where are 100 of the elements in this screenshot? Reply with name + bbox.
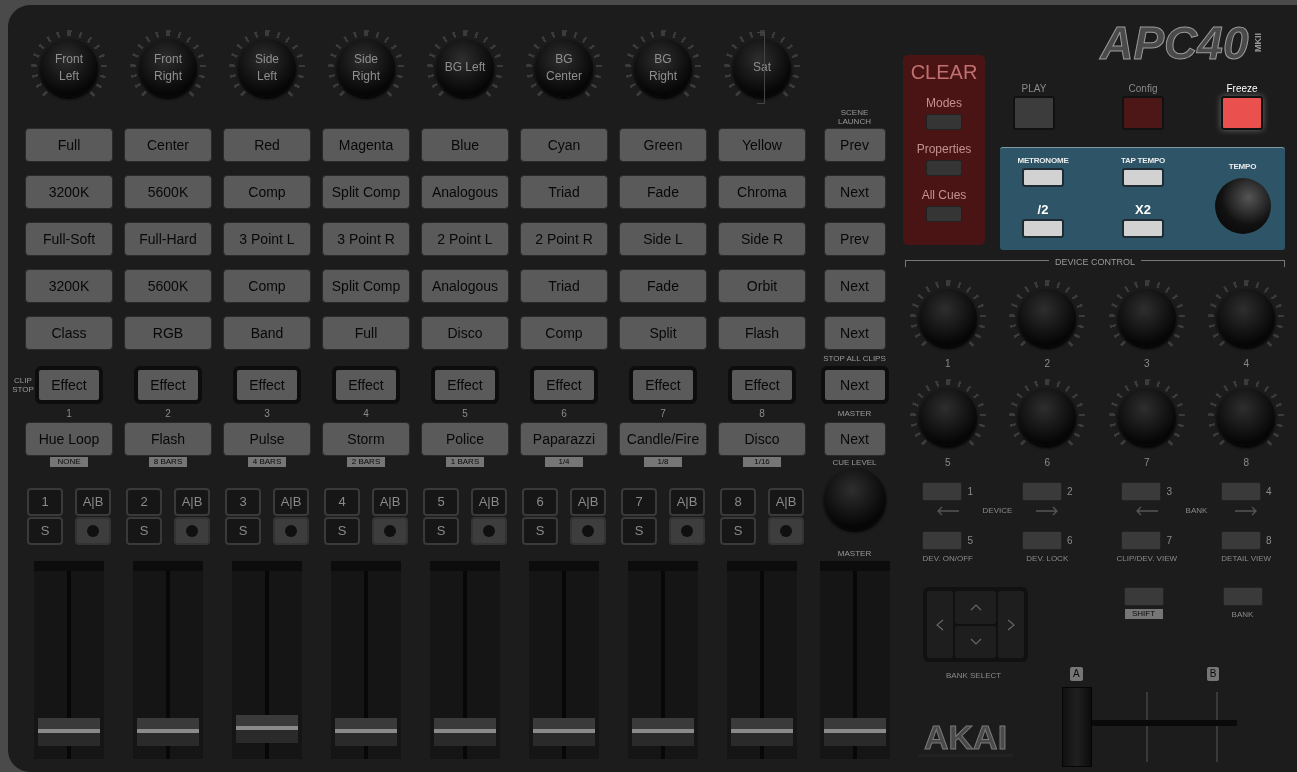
right-button[interactable] bbox=[998, 591, 1024, 658]
knob[interactable]: BG Right bbox=[634, 39, 692, 97]
device-button[interactable] bbox=[922, 482, 963, 501]
scene-launch-button[interactable]: Prev bbox=[823, 128, 886, 162]
knob[interactable]: Front Right bbox=[139, 39, 197, 97]
knob[interactable]: BG Left bbox=[436, 39, 494, 97]
clip-button[interactable]: Fade bbox=[619, 269, 707, 303]
device-button[interactable] bbox=[1021, 531, 1062, 550]
clip-stop-button[interactable]: Effect bbox=[431, 366, 499, 404]
solo-button[interactable]: S bbox=[27, 517, 63, 545]
knob[interactable]: Front Left bbox=[40, 39, 98, 97]
clip-stop-button[interactable]: Effect bbox=[35, 366, 103, 404]
track-select-button[interactable]: 5 bbox=[423, 488, 459, 516]
record-button[interactable] bbox=[273, 517, 309, 545]
fader-handle[interactable] bbox=[823, 718, 886, 747]
clip-button[interactable]: Split Comp bbox=[322, 269, 410, 303]
fader-handle[interactable] bbox=[236, 715, 298, 743]
crossfader-handle[interactable] bbox=[1062, 687, 1092, 767]
clip-button[interactable]: Side L bbox=[619, 222, 707, 256]
transport-button[interactable] bbox=[1221, 96, 1263, 130]
device-button[interactable] bbox=[1121, 531, 1162, 550]
tempo-button[interactable] bbox=[1122, 219, 1164, 238]
clip-stop-button[interactable]: Effect bbox=[134, 366, 202, 404]
clip-button[interactable]: Comp bbox=[223, 175, 311, 209]
device-button[interactable] bbox=[1021, 482, 1062, 501]
clip-button[interactable]: Full bbox=[322, 316, 410, 350]
track-button[interactable]: Candle/Fire bbox=[619, 422, 707, 456]
record-button[interactable] bbox=[372, 517, 408, 545]
crossfade-assign-button[interactable]: A|B bbox=[768, 488, 804, 516]
track-select-button[interactable]: 8 bbox=[720, 488, 756, 516]
clip-button[interactable]: Blue bbox=[421, 128, 509, 162]
clip-button[interactable]: 3 Point L bbox=[223, 222, 311, 256]
fader-handle[interactable] bbox=[731, 718, 793, 747]
clip-button[interactable]: 5600K bbox=[124, 175, 212, 209]
down-button[interactable] bbox=[955, 625, 996, 658]
knob[interactable] bbox=[918, 388, 977, 446]
clip-stop-button[interactable]: Effect bbox=[233, 366, 301, 404]
clip-button[interactable]: 5600K bbox=[124, 269, 212, 303]
fader-handle[interactable] bbox=[335, 718, 397, 747]
record-button[interactable] bbox=[471, 517, 507, 545]
clip-button[interactable]: Full-Soft bbox=[25, 222, 113, 256]
clip-button[interactable]: Class bbox=[25, 316, 113, 350]
crossfade-assign-button[interactable]: A|B bbox=[570, 488, 606, 516]
crossfade-assign-button[interactable]: A|B bbox=[174, 488, 210, 516]
scene-launch-button[interactable]: Next bbox=[823, 316, 886, 350]
clip-button[interactable]: Fade bbox=[619, 175, 707, 209]
knob[interactable] bbox=[1217, 289, 1276, 347]
clip-stop-button[interactable]: Effect bbox=[332, 366, 400, 404]
record-button[interactable] bbox=[570, 517, 606, 545]
track-button[interactable]: Paparazzi bbox=[520, 422, 608, 456]
clip-button[interactable]: Disco bbox=[421, 316, 509, 350]
knob[interactable]: BG Center bbox=[535, 39, 593, 97]
bank-button[interactable] bbox=[1222, 587, 1263, 606]
track-select-button[interactable]: 6 bbox=[522, 488, 558, 516]
clip-button[interactable]: 3200K bbox=[25, 175, 113, 209]
knob[interactable] bbox=[1117, 289, 1176, 347]
left-button[interactable] bbox=[927, 591, 953, 658]
clip-button[interactable]: Magenta bbox=[322, 128, 410, 162]
up-button[interactable] bbox=[955, 591, 996, 624]
clip-button[interactable]: Red bbox=[223, 128, 311, 162]
clip-button[interactable]: 3 Point R bbox=[322, 222, 410, 256]
track-button[interactable]: Hue Loop bbox=[25, 422, 113, 456]
record-button[interactable] bbox=[174, 517, 210, 545]
clip-button[interactable]: Orbit bbox=[718, 269, 806, 303]
solo-button[interactable]: S bbox=[720, 517, 756, 545]
clip-button[interactable]: Band bbox=[223, 316, 311, 350]
track-button[interactable]: Police bbox=[421, 422, 509, 456]
clip-button[interactable]: Full-Hard bbox=[124, 222, 212, 256]
clip-button[interactable]: 2 Point L bbox=[421, 222, 509, 256]
clip-button[interactable]: Analogous bbox=[421, 269, 509, 303]
solo-button[interactable]: S bbox=[423, 517, 459, 545]
fader-handle[interactable] bbox=[434, 718, 496, 747]
clip-button[interactable]: 3200K bbox=[25, 269, 113, 303]
solo-button[interactable]: S bbox=[324, 517, 360, 545]
clip-button[interactable]: Side R bbox=[718, 222, 806, 256]
knob[interactable]: Side Right bbox=[337, 39, 395, 97]
tempo-button[interactable] bbox=[1022, 168, 1064, 187]
knob[interactable] bbox=[1018, 388, 1077, 446]
crossfade-assign-button[interactable]: A|B bbox=[372, 488, 408, 516]
track-select-button[interactable]: 2 bbox=[126, 488, 162, 516]
knob[interactable] bbox=[1018, 289, 1077, 347]
scene-launch-button[interactable]: Next bbox=[823, 175, 886, 209]
crossfade-assign-button[interactable]: A|B bbox=[273, 488, 309, 516]
track-button[interactable]: Flash bbox=[124, 422, 212, 456]
clip-button[interactable]: Center bbox=[124, 128, 212, 162]
scene-launch-button[interactable]: Next bbox=[823, 269, 886, 303]
crossfade-assign-button[interactable]: A|B bbox=[669, 488, 705, 516]
clip-button[interactable]: Comp bbox=[520, 316, 608, 350]
record-button[interactable] bbox=[75, 517, 111, 545]
track-button[interactable]: Storm bbox=[322, 422, 410, 456]
clip-button[interactable]: Flash bbox=[718, 316, 806, 350]
scene-launch-button[interactable]: Prev bbox=[823, 222, 886, 256]
master-button[interactable]: Next bbox=[823, 422, 886, 456]
clip-button[interactable]: Green bbox=[619, 128, 707, 162]
shift-button[interactable] bbox=[1123, 587, 1164, 606]
stop-all-clips-button[interactable]: Next bbox=[820, 366, 889, 404]
fader-handle[interactable] bbox=[137, 718, 199, 747]
track-button[interactable]: Pulse bbox=[223, 422, 311, 456]
record-button[interactable] bbox=[768, 517, 804, 545]
knob[interactable] bbox=[1217, 388, 1276, 446]
